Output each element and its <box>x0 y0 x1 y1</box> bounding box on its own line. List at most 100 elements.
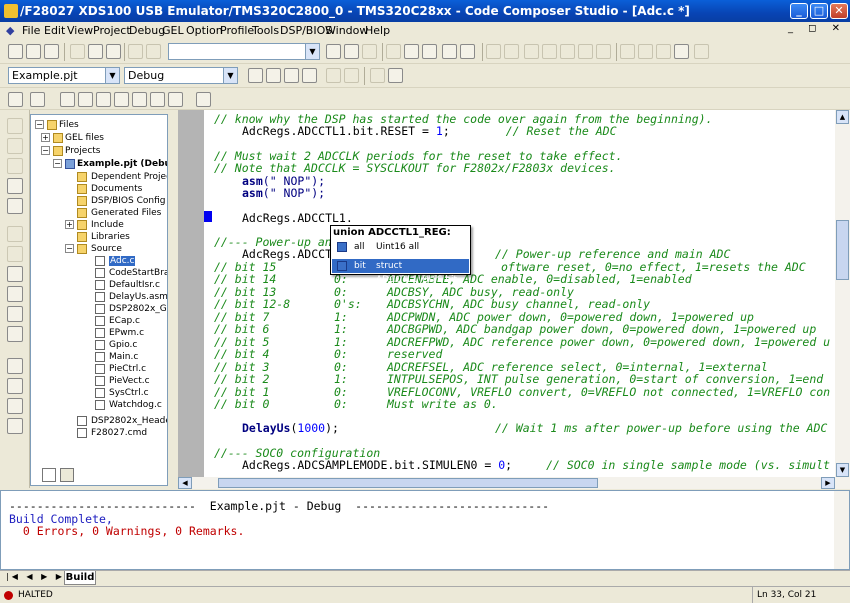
expand-icon[interactable]: + <box>41 133 50 142</box>
help-icon[interactable] <box>460 44 475 59</box>
align-left-icon[interactable] <box>524 44 539 59</box>
tree-file[interactable]: PieVect.c <box>95 375 150 387</box>
view-disassembly-icon[interactable] <box>7 398 23 414</box>
profile-point-icon[interactable] <box>7 326 23 342</box>
bios-icon[interactable] <box>370 68 385 83</box>
key-icon[interactable] <box>388 68 403 83</box>
run-icon[interactable] <box>7 178 23 194</box>
collapse-icon[interactable]: − <box>53 159 62 168</box>
align-bottom-icon[interactable] <box>596 44 611 59</box>
bookmark-prev-icon[interactable] <box>422 44 437 59</box>
minimize-button[interactable]: _ <box>790 3 808 19</box>
menu-tools[interactable]: Tools <box>252 24 279 37</box>
editor-vscrollbar[interactable]: ▲ ▼ <box>835 110 850 477</box>
watch-variable-icon[interactable] <box>30 92 45 107</box>
hand-alt-icon[interactable] <box>344 68 359 83</box>
tree-node-project[interactable]: − Example.pjt (Debug) <box>53 158 167 170</box>
probe-point-icon[interactable] <box>7 306 23 322</box>
graph-icon[interactable] <box>8 92 23 107</box>
memory-icon[interactable] <box>60 92 75 107</box>
tree-file[interactable]: Adc.c <box>95 255 136 267</box>
tree-file[interactable]: Gpio.c <box>95 339 137 351</box>
step-out-icon[interactable] <box>7 158 23 174</box>
find-in-files-icon[interactable] <box>344 44 359 59</box>
menu-help[interactable]: Help <box>365 24 390 37</box>
maximize-button[interactable]: □ <box>810 3 828 19</box>
tree-node-projects[interactable]: − Projects <box>41 145 100 157</box>
menu-profile[interactable]: Profile <box>220 24 254 37</box>
tree-file[interactable]: EPwm.c <box>95 327 144 339</box>
align-top-icon[interactable] <box>578 44 593 59</box>
popup-item-all[interactable]: all Uint16 all <box>332 240 469 254</box>
rebuild-all-icon[interactable] <box>284 68 299 83</box>
registers-icon[interactable] <box>78 92 93 107</box>
print-icon[interactable] <box>442 44 457 59</box>
profiler-icon[interactable] <box>196 92 211 107</box>
splitter[interactable] <box>168 110 178 488</box>
output-window[interactable]: --------------------------- Example.pjt … <box>0 490 850 570</box>
breakpoint-icon[interactable] <box>638 44 653 59</box>
collapse-icon[interactable]: − <box>35 120 44 129</box>
redo-icon[interactable] <box>146 44 161 59</box>
tree-node-folder[interactable]: Documents <box>77 183 142 195</box>
tree-file[interactable]: Main.c <box>95 351 138 363</box>
project-combo[interactable]: Example.pjt ▼ <box>8 67 120 84</box>
menu-view[interactable]: View <box>67 24 93 37</box>
hand-icon[interactable] <box>326 68 341 83</box>
find-combo[interactable]: ▼ <box>168 43 320 60</box>
scroll-left-icon[interactable]: ◀ <box>178 477 192 489</box>
call-stack-icon[interactable] <box>114 92 129 107</box>
scroll-thumb[interactable] <box>218 478 598 488</box>
find-prev-icon[interactable] <box>362 44 377 59</box>
chevron-down-icon[interactable]: ▼ <box>223 68 237 83</box>
menu-gel[interactable]: GEL <box>162 24 184 37</box>
chevron-down-icon[interactable]: ▼ <box>305 44 319 59</box>
tree-file[interactable]: CodeStartBranch.asm <box>95 267 167 279</box>
copy-icon[interactable] <box>88 44 103 59</box>
watch-icon[interactable] <box>620 44 635 59</box>
tab-bookmarks[interactable] <box>60 468 74 482</box>
editor-gutter[interactable] <box>178 110 204 477</box>
chevron-down-icon[interactable]: ▼ <box>105 68 119 83</box>
tab-build[interactable]: Build <box>64 571 96 585</box>
remove-breakpoints-icon[interactable] <box>7 286 23 302</box>
tree-file[interactable]: ECap.c <box>95 315 140 327</box>
menu-debug[interactable]: Debug <box>129 24 165 37</box>
image-icon[interactable] <box>132 92 147 107</box>
bookmark-toggle-icon[interactable] <box>386 44 401 59</box>
tree-file[interactable]: PieCtrl.c <box>95 363 146 375</box>
menu-edit[interactable]: Edit <box>44 24 65 37</box>
scroll-right-icon[interactable]: ▶ <box>821 477 835 489</box>
scroll-thumb[interactable] <box>836 220 849 280</box>
tree-node-folder[interactable]: Dependent Projects <box>77 171 167 183</box>
compile-file-icon[interactable] <box>248 68 263 83</box>
animate-icon[interactable] <box>7 226 23 242</box>
new-file-icon[interactable] <box>8 44 23 59</box>
step-icon[interactable] <box>694 44 709 59</box>
doc-icon[interactable]: ◆ <box>6 24 14 37</box>
view-memory-icon[interactable] <box>7 358 23 374</box>
tree-file[interactable]: DSP2802x_GlobalVariableDefs.c <box>95 303 167 315</box>
tree-node-files[interactable]: − Files <box>35 119 79 131</box>
run-to-cursor-icon[interactable] <box>674 44 689 59</box>
menu-file[interactable]: File <box>22 24 40 37</box>
save-icon[interactable] <box>44 44 59 59</box>
output-vscrollbar[interactable] <box>834 491 849 569</box>
code-editor[interactable]: // know why the DSP has started the code… <box>204 110 835 477</box>
tree-node-folder[interactable]: − Source <box>65 243 122 255</box>
align-center-icon[interactable] <box>542 44 557 59</box>
align-right-icon[interactable] <box>560 44 575 59</box>
paste-icon[interactable] <box>106 44 121 59</box>
gel-icon[interactable] <box>168 92 183 107</box>
halt-icon[interactable] <box>7 198 23 214</box>
collapse-icon[interactable]: − <box>41 146 50 155</box>
step-over-icon[interactable] <box>7 138 23 154</box>
menu-project[interactable]: Project <box>93 24 131 37</box>
tree-file[interactable]: SysCtrl.c <box>95 387 149 399</box>
mdi-controls[interactable]: _ ◻ ✕ <box>788 23 846 34</box>
reset-icon[interactable] <box>7 246 23 262</box>
collapse-icon[interactable]: − <box>65 244 74 253</box>
stop-build-icon[interactable] <box>302 68 317 83</box>
toggle-breakpoint-icon[interactable] <box>7 266 23 282</box>
tab-file-view[interactable] <box>42 468 56 482</box>
